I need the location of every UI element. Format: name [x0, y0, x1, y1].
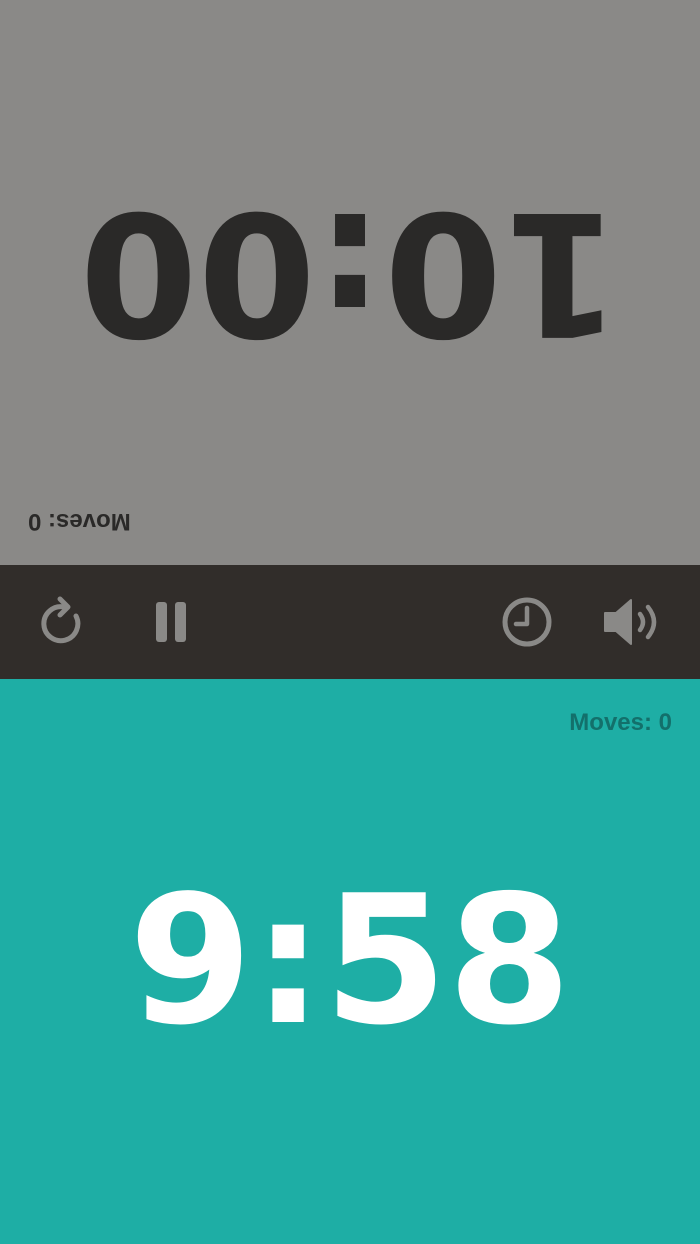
control-bar [0, 565, 700, 679]
top-player-time: 10:00 [79, 173, 621, 371]
pause-button[interactable] [140, 590, 204, 654]
top-player-rotated-content: Moves: 0 10:00 [0, 0, 700, 565]
top-player-moves: Moves: 0 [28, 508, 131, 535]
top-player-panel[interactable]: Moves: 0 10:00 [0, 0, 700, 565]
sound-toggle-button[interactable] [602, 590, 666, 654]
bottom-player-moves: Moves: 0 [569, 709, 672, 736]
clock-settings-icon [502, 597, 552, 647]
sound-icon [604, 599, 657, 645]
pause-icon [156, 602, 186, 642]
time-settings-button[interactable] [495, 590, 559, 654]
reset-button[interactable] [32, 590, 96, 654]
reset-icon [41, 596, 81, 644]
chess-clock-app: Moves: 0 10:00 Moves: 0 9:58 [0, 0, 700, 1244]
bottom-player-panel[interactable]: Moves: 0 9:58 [0, 679, 700, 1244]
bottom-player-time: 9:58 [128, 857, 572, 1064]
